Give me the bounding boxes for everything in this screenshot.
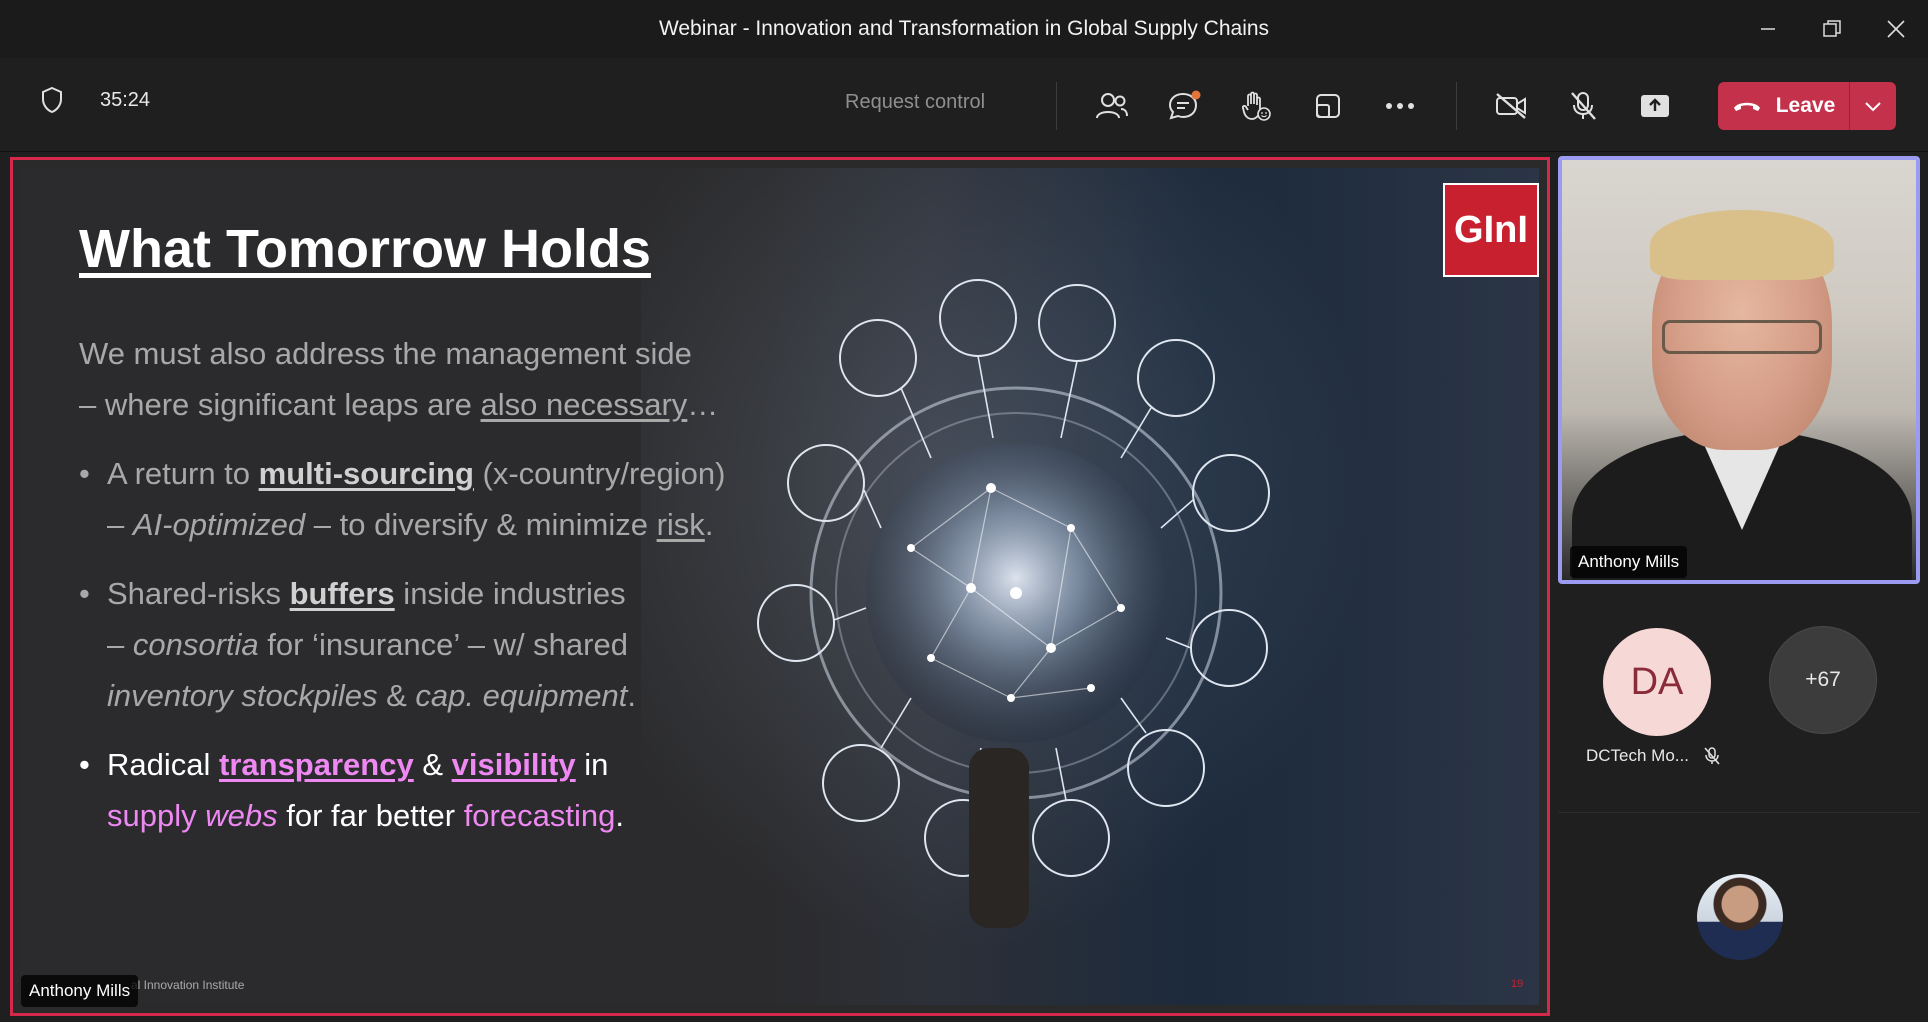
intro-emphasis: also necessary [480, 387, 688, 422]
meeting-info: 35:24 [40, 86, 150, 114]
bullet-keyword: multi-sourcing [258, 456, 474, 491]
close-icon [1887, 20, 1905, 38]
intro-text: … [687, 387, 719, 422]
bullet-italic: AI-optimized [132, 507, 306, 542]
bullet-buffers: Shared-risks buffers inside industries– … [79, 568, 859, 721]
presentation-slide: What Tomorrow Holds We must also address… [21, 168, 1539, 1005]
bullet-highlight: webs [205, 798, 278, 833]
share-tray-icon [1316, 94, 1340, 118]
share-tray-button[interactable] [1304, 82, 1352, 130]
bullet-keyword: risk [656, 507, 705, 542]
slide-heading: What Tomorrow Holds [79, 219, 651, 279]
speaker-name-tag: Anthony Mills [1570, 546, 1688, 578]
people-icon [1096, 93, 1128, 119]
bullet-highlight: supply [107, 798, 206, 833]
bullet-italic: consortia [132, 627, 259, 662]
restore-button[interactable] [1800, 0, 1864, 58]
intro-text: – where significant leaps are [79, 387, 481, 422]
participant-label: DCTech Mo... [1586, 746, 1721, 766]
leave-label: Leave [1775, 94, 1836, 117]
participant-photo-avatar[interactable] [1697, 874, 1783, 960]
speaker-video-tile[interactable]: Anthony Mills [1558, 156, 1920, 584]
leave-button-group: Leave [1718, 82, 1896, 130]
title-bar: Webinar - Innovation and Transformation … [0, 0, 1928, 58]
bullet-multi-sourcing: A return to multi-sourcing (x-country/re… [79, 448, 859, 550]
phone-icon [1733, 102, 1760, 111]
bullet-text: in [575, 747, 609, 782]
speaker-video-frame [1662, 320, 1822, 354]
slide-footer: al Innovation Institute [131, 978, 245, 992]
bullet-text: . [704, 507, 714, 542]
intro-line-1: We must also address the management side [79, 328, 859, 379]
more-icon [1386, 103, 1414, 109]
minimize-button[interactable] [1736, 0, 1800, 58]
mic-off-icon [1704, 747, 1720, 765]
camera-toggle-button[interactable] [1487, 82, 1535, 130]
bullet-text: A return to [107, 456, 259, 491]
slide-body: We must also address the management side… [79, 328, 859, 841]
bullet-transparency: Radical transparency & visibility in supp… [79, 739, 859, 841]
mic-toggle-button[interactable] [1559, 82, 1607, 130]
camera-off-icon [1496, 93, 1526, 119]
restore-icon [1823, 20, 1841, 37]
intro-text: We must also address the management side [79, 336, 692, 371]
shield-icon[interactable] [40, 86, 64, 114]
chat-icon [1168, 90, 1201, 120]
toolbar-divider [1456, 82, 1457, 130]
leave-options-button[interactable] [1850, 82, 1896, 130]
window-title: Webinar - Innovation and Transformation … [658, 17, 1270, 40]
leave-button[interactable]: Leave [1718, 82, 1850, 130]
people-button[interactable] [1088, 82, 1136, 130]
raise-hand-icon [1241, 91, 1271, 121]
bullet-text: inside industries [394, 576, 626, 611]
chevron-down-icon [1865, 102, 1881, 112]
bullet-text: & [377, 678, 416, 713]
shared-content-stage: What Tomorrow Holds We must also address… [10, 157, 1550, 1016]
participant-avatar[interactable]: DA [1603, 628, 1711, 736]
raise-hand-button[interactable] [1232, 82, 1280, 130]
bullet-text: . [627, 678, 637, 713]
bullet-text: for ‘insurance’ – w/ shared [258, 627, 628, 662]
bullet-keyword: transparency [219, 747, 414, 782]
institute-logo: GInI [1443, 183, 1539, 277]
panel-divider [1558, 812, 1920, 813]
close-button[interactable] [1864, 0, 1928, 58]
bullet-keyword: visibility [451, 747, 576, 782]
chat-button[interactable] [1160, 82, 1208, 130]
bullet-italic: inventory stockpiles [107, 678, 378, 713]
participant-name: DCTech Mo... [1586, 746, 1689, 765]
slide-page-number: 19 [1511, 978, 1524, 990]
bullet-text: – [107, 627, 133, 662]
bullet-text: & [413, 747, 452, 782]
bullet-text: Radical [107, 747, 219, 782]
share-screen-button[interactable] [1631, 82, 1679, 130]
bullet-highlight: forecasting [463, 798, 616, 833]
presenter-name-tag: Anthony Mills [21, 975, 139, 1007]
bullet-text: Shared-risks [107, 576, 290, 611]
bullet-italic: cap. equipment [415, 678, 628, 713]
more-actions-button[interactable] [1376, 82, 1424, 130]
more-participants-button[interactable]: +67 [1769, 626, 1877, 734]
speaker-video-frame [1650, 210, 1834, 280]
mic-off-icon [1571, 92, 1596, 120]
bullet-text: – to diversify & minimize [305, 507, 657, 542]
request-control-button[interactable]: Request control [845, 91, 985, 114]
bullet-text: . [615, 798, 624, 833]
toolbar-divider [1056, 82, 1057, 130]
minimize-icon [1761, 28, 1775, 30]
bullet-keyword: buffers [289, 576, 395, 611]
meeting-toolbar: 35:24 Request control Leave [0, 58, 1928, 152]
share-icon [1641, 95, 1669, 117]
window-controls [1736, 0, 1928, 58]
bullet-text: – [107, 507, 133, 542]
meeting-timer: 35:24 [100, 88, 151, 111]
intro-line-2: – where significant leaps are also neces… [79, 379, 859, 430]
bullet-text: (x-country/region) [473, 456, 726, 491]
bullet-text: for far better [277, 798, 464, 833]
